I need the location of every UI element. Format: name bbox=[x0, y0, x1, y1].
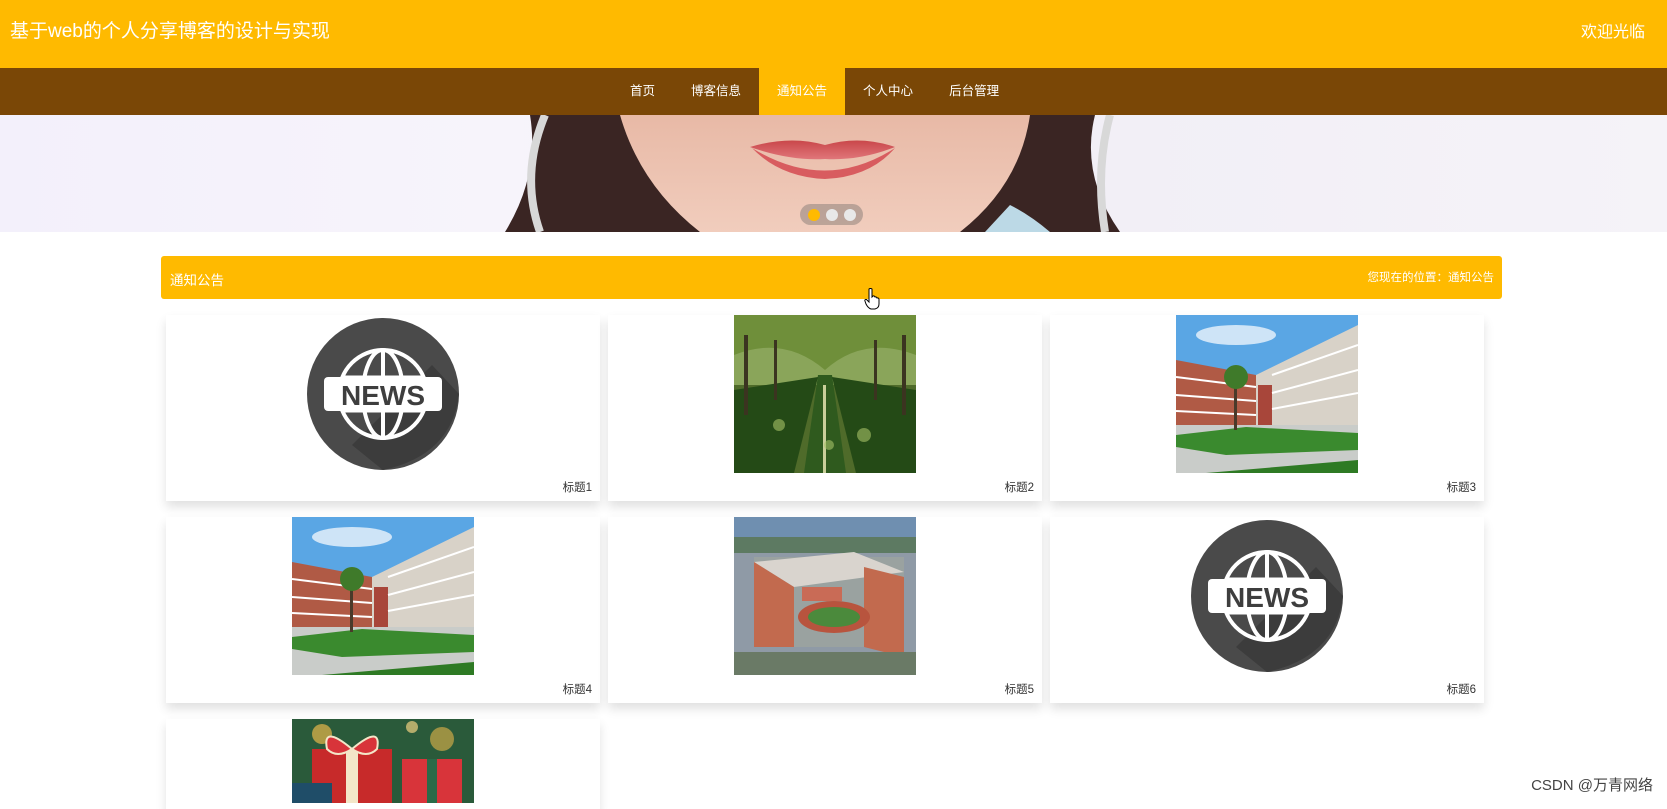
main-nav: 首页 博客信息 通知公告 个人中心 后台管理 bbox=[0, 68, 1667, 115]
banner-carousel[interactable] bbox=[0, 115, 1667, 232]
notice-card[interactable]: 标题3 bbox=[1050, 315, 1484, 501]
carousel-dot-3[interactable] bbox=[843, 208, 856, 221]
notice-title: 标题2 bbox=[1004, 482, 1034, 494]
notice-title: 标题5 bbox=[1004, 684, 1034, 696]
carousel-dot-1[interactable] bbox=[807, 208, 820, 221]
breadcrumb: 您现在的位置：通知公告 bbox=[1367, 272, 1495, 284]
header-bar: 基于web的个人分享博客的设计与实现 欢迎光临 bbox=[0, 0, 1667, 68]
campus-building-photo bbox=[292, 517, 474, 675]
nav-blog-info[interactable]: 博客信息 bbox=[673, 68, 759, 115]
carousel-dot-2[interactable] bbox=[825, 208, 838, 221]
christmas-gift-photo bbox=[292, 719, 474, 803]
carousel-indicators bbox=[800, 204, 863, 225]
svg-text:NEWS: NEWS bbox=[1225, 582, 1309, 613]
notice-title: 标题3 bbox=[1446, 482, 1476, 494]
news-globe-icon: NEWS bbox=[292, 315, 474, 473]
notice-card[interactable]: 标题5 bbox=[608, 517, 1042, 703]
notice-card[interactable]: 标题2 bbox=[608, 315, 1042, 501]
notice-title: 标题4 bbox=[562, 684, 592, 696]
notice-card[interactable] bbox=[166, 719, 600, 809]
site-title: 基于web的个人分享博客的设计与实现 bbox=[10, 21, 330, 42]
campus-aerial-photo bbox=[734, 517, 916, 675]
tree-lined-road-photo bbox=[734, 315, 916, 473]
nav-personal-center[interactable]: 个人中心 bbox=[845, 68, 931, 115]
hand-cursor-icon bbox=[864, 288, 880, 310]
notice-card[interactable]: NEWS 标题6 bbox=[1050, 517, 1484, 703]
nav-admin[interactable]: 后台管理 bbox=[931, 68, 1017, 115]
notice-title: 标题6 bbox=[1446, 684, 1476, 696]
notice-title: 标题1 bbox=[562, 482, 592, 494]
campus-building-photo bbox=[1176, 315, 1358, 473]
svg-text:NEWS: NEWS bbox=[341, 380, 425, 411]
welcome-text: 欢迎光临 bbox=[1580, 24, 1645, 41]
nav-home[interactable]: 首页 bbox=[612, 68, 673, 115]
notice-card[interactable]: 标题4 bbox=[166, 517, 600, 703]
section-title: 通知公告 bbox=[170, 273, 224, 288]
csdn-watermark: CSDN @万青网络 bbox=[1531, 777, 1653, 794]
news-globe-icon: NEWS bbox=[1176, 517, 1358, 675]
nav-notices[interactable]: 通知公告 bbox=[759, 68, 846, 115]
section-header: 通知公告 您现在的位置：通知公告 bbox=[161, 256, 1502, 299]
notice-card[interactable]: NEWS 标题1 bbox=[166, 315, 600, 501]
